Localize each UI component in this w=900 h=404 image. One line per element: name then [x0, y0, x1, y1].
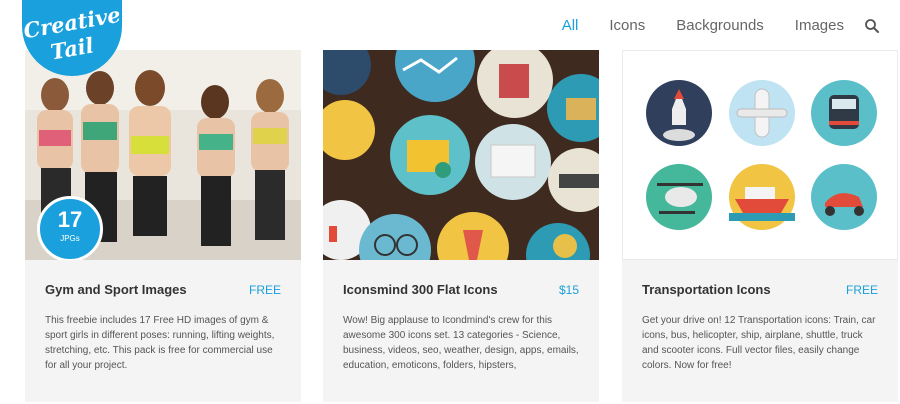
card-description: Wow! Big applause to Icondmind's crew fo… — [343, 315, 579, 371]
card-price: $15 — [558, 283, 579, 297]
product-card-gym[interactable]: 17 JPGs Gym and Sport Images FREE This f… — [25, 50, 301, 402]
card-price: FREE — [248, 283, 281, 297]
product-card-transportation[interactable]: Transportation Icons FREE Get your drive… — [622, 50, 898, 402]
nav-images[interactable]: Images — [795, 17, 844, 34]
gym-photo: 17 JPGs — [25, 50, 301, 260]
iconsmind-preview — [323, 50, 599, 260]
card-title[interactable]: Transportation Icons — [642, 282, 771, 297]
card-title[interactable]: Gym and Sport Images — [45, 282, 187, 297]
card-description: Get your drive on! 12 Transportation ico… — [642, 315, 876, 371]
badge-number: 17 — [57, 207, 83, 232]
transportation-preview — [622, 50, 898, 260]
card-title[interactable]: Iconsmind 300 Flat Icons — [343, 282, 498, 297]
card-description: This freebie includes 17 Free HD images … — [45, 315, 275, 371]
nav-all[interactable]: All — [562, 17, 579, 34]
product-card-iconsmind[interactable]: Iconsmind 300 Flat Icons $15 Wow! Big ap… — [323, 50, 599, 402]
nav-icons[interactable]: Icons — [609, 17, 645, 34]
search-icon[interactable] — [864, 18, 880, 34]
card-price: FREE — [845, 283, 878, 297]
jpg-count-badge: 17 JPGs — [37, 196, 103, 260]
top-nav: All Icons Backgrounds Images — [531, 17, 880, 34]
badge-unit: JPGs — [60, 234, 80, 243]
nav-backgrounds[interactable]: Backgrounds — [676, 17, 764, 34]
